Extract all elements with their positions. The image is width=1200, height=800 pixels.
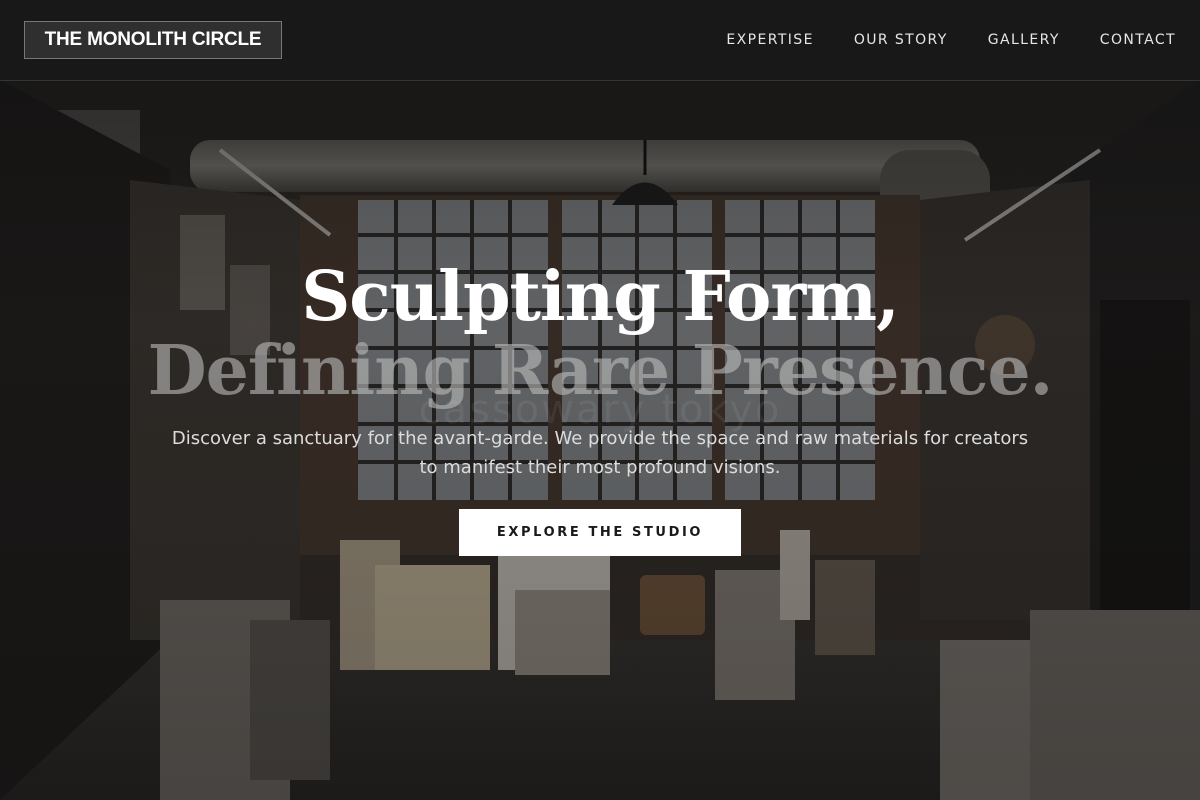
- brand-logo[interactable]: THE MONOLITH CIRCLE: [24, 21, 282, 59]
- nav-link-gallery[interactable]: GALLERY: [988, 32, 1060, 48]
- explore-studio-button[interactable]: EXPLORE THE STUDIO: [459, 509, 741, 556]
- nav-link-expertise[interactable]: EXPERTISE: [726, 32, 813, 48]
- hero-section: cassowary tokyo Sculpting Form, Defining…: [0, 81, 1200, 800]
- main-nav: EXPERTISE OUR STORY GALLERY CONTACT: [686, 0, 1176, 80]
- nav-link-contact[interactable]: CONTACT: [1100, 32, 1176, 48]
- hero-headline-line2: Defining Rare Presence.: [147, 331, 1054, 411]
- hero-headline-line1: Sculpting Form,: [301, 257, 900, 337]
- hero-subtitle: Discover a sanctuary for the avant-garde…: [171, 428, 1029, 478]
- site-header: THE MONOLITH CIRCLE EXPERTISE OUR STORY …: [0, 0, 1200, 81]
- nav-link-our-story[interactable]: OUR STORY: [854, 32, 948, 48]
